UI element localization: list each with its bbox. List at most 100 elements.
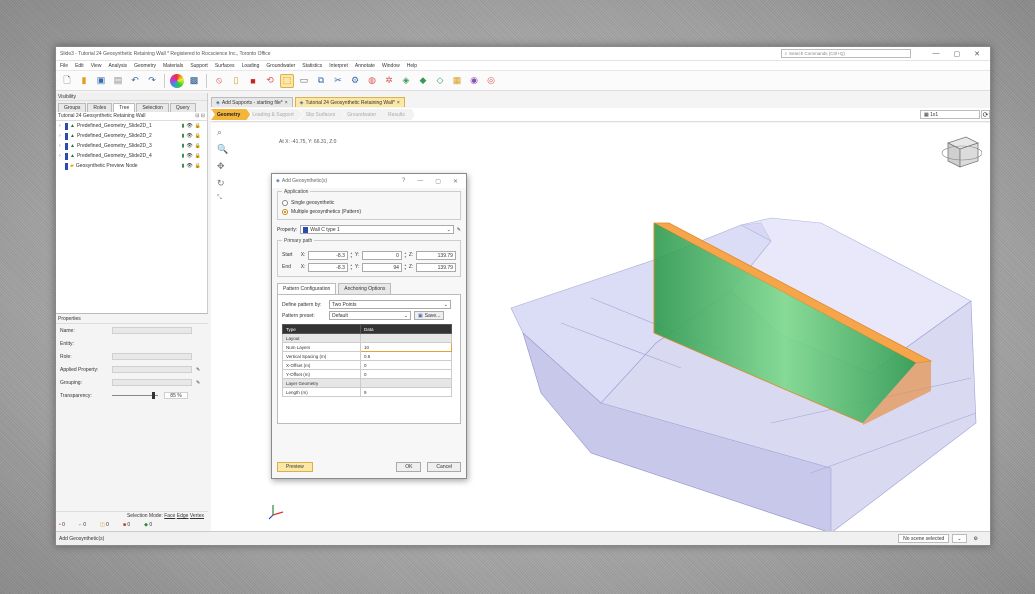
tree-item-icons[interactable]: ▮ 👁 🔒 [182,133,201,139]
grouping-select[interactable] [112,379,192,386]
menu-annotate[interactable]: Annotate [355,63,375,69]
transparency-value[interactable]: 85 % [164,392,188,399]
menu-edit[interactable]: Edit [75,63,84,69]
save-icon[interactable]: ▣ [94,74,108,88]
tab-roles[interactable]: Roles [87,103,113,112]
command-search-input[interactable]: ⌕ Search Commands (Ctrl+Q) [780,49,911,58]
end-z-input[interactable]: 139.79 [416,262,456,272]
tab-pattern-configuration[interactable]: Pattern Configuration [277,283,337,294]
ok-button[interactable]: OK [396,462,422,472]
tree-item[interactable]: › ▲ Predefined_Geometry_Slide2D_4 ▮ 👁 🔒 [56,151,207,161]
help-button[interactable]: ? [402,178,405,185]
radio-circle[interactable] [282,199,288,206]
chevron-down-icon[interactable]: ⌄ [404,313,410,319]
menu-statistics[interactable]: Statistics [302,63,322,69]
tab-tree[interactable]: Tree [113,103,136,112]
menu-geometry[interactable]: Geometry [134,63,156,69]
menu-surfaces[interactable]: Surfaces [215,63,235,69]
name-field[interactable] [112,327,192,334]
dialog-close-button[interactable]: ✕ [453,178,458,185]
water-table-icon[interactable]: ◇ [433,74,447,88]
property-select[interactable]: Wall C type 1 ⌄ [300,225,454,234]
menu-analysis[interactable]: Analysis [108,63,127,69]
menu-materials[interactable]: Materials [163,63,183,69]
menu-file[interactable]: File [60,63,68,69]
settings-icon[interactable]: ⚙ [970,534,982,543]
color-wheel-icon[interactable] [170,73,184,88]
expand-arrow-icon[interactable]: › [59,133,63,139]
cut-icon[interactable]: ✂ [331,74,345,88]
role-select[interactable] [112,353,192,360]
dialog-maximize-button[interactable]: ▢ [435,178,441,185]
refresh-icon[interactable]: ⟳ [981,110,990,119]
close-button[interactable]: ✕ [974,50,980,58]
preview-button[interactable]: Preview [277,462,313,472]
selection-mode-face[interactable]: Face [164,513,175,519]
edit-property-icon[interactable]: ✎ [457,227,461,233]
spinner-icon[interactable]: ▲ ▼ [404,263,407,271]
cube-icon[interactable]: ■ [246,74,260,88]
applied-property-select[interactable] [112,366,192,373]
selection-mode-vertex[interactable]: Vertex [190,513,204,519]
geosynthetic-icon[interactable]: ◈ [399,74,413,88]
redo-icon[interactable]: ↷ [145,74,159,88]
menu-support[interactable]: Support [190,63,208,69]
workflow-groundwater[interactable]: Groundwater [341,109,387,120]
chevron-down-icon[interactable]: ⌄ [444,302,450,308]
pile-icon[interactable]: ◆ [416,74,430,88]
radio-single-geosynthetic[interactable]: Single geosynthetic [282,198,456,207]
spinner-icon[interactable]: ▲ ▼ [350,251,353,259]
maximize-button[interactable]: ▢ [954,50,961,58]
new-file-icon[interactable]: 🗋 [60,74,74,88]
undo-icon[interactable]: ↶ [128,74,142,88]
tab-tutorial-24[interactable]: ◈ Tutorial 24 Geosynthetic Retaining Wall… [294,97,405,107]
tree-item[interactable]: › ▲ Predefined_Geometry_Slide2D_2 ▮ 👁 🔒 [56,131,207,141]
extrude-icon[interactable]: ▭ [297,74,311,88]
radio-multiple-geosynthetics[interactable]: Multiple geosynthetics (Pattern) [282,207,456,216]
menu-interpret[interactable]: Interpret [329,63,348,69]
workflow-results[interactable]: Results [382,109,415,120]
intersect-icon[interactable]: ⧉ [314,74,328,88]
tree-expand-icons[interactable]: ⊟ ⊟ [195,113,205,119]
y-offset-input[interactable]: 0 [360,369,452,379]
transparency-slider[interactable] [112,392,158,399]
menu-groundwater[interactable]: Groundwater [266,63,295,69]
workflow-slip-surfaces[interactable]: Slip Surfaces [299,109,346,120]
end-x-input[interactable]: -8.3 [308,262,348,272]
pencil-icon[interactable]: ✎ [196,380,200,386]
spinner-icon[interactable]: ▲ ▼ [404,251,407,259]
num-layers-input[interactable]: 10 [360,342,452,352]
expand-arrow-icon[interactable]: › [59,143,63,149]
view-cube[interactable] [938,133,982,171]
query-icon[interactable]: ◉ [467,74,481,88]
tree-item-icons[interactable]: ▮ 👁 🔒 [182,143,201,149]
save-preset-button[interactable]: ▣ Save... [414,311,445,320]
display-options-icon[interactable]: ▩ [187,74,201,88]
tab-groups[interactable]: Groups [58,103,87,112]
menu-window[interactable]: Window [382,63,400,69]
dialog-minimize-button[interactable]: — [417,178,423,185]
start-y-input[interactable]: 0 [362,250,402,260]
support-icon[interactable]: ⚙ [348,74,362,88]
tree-item-icons[interactable]: ▮ 👁 🔒 [182,123,201,129]
start-z-input[interactable]: 139.79 [416,250,456,260]
tree-item-icons[interactable]: ▮ 👁 🔒 [182,163,201,169]
menu-loading[interactable]: Loading [242,63,260,69]
rotate-object-icon[interactable]: ⟲ [263,74,277,88]
slider-handle[interactable] [152,392,155,399]
scene-selection-status[interactable]: No scene selected [898,534,950,543]
viewport-layout-select[interactable]: ▦ 1x1 [920,110,980,119]
tree-item[interactable]: › ▲ Predefined_Geometry_Slide2D_3 ▮ 👁 🔒 [56,141,207,151]
length-input[interactable]: 9 [360,387,452,397]
material-icon[interactable]: ▯ [229,74,243,88]
menu-view[interactable]: View [91,63,102,69]
cancel-button[interactable]: Cancel [427,462,461,472]
minimize-button[interactable]: — [933,50,940,58]
tab-add-supports[interactable]: ◈ Add Supports - starting file* × [211,97,293,107]
end-y-input[interactable]: 94 [362,262,402,272]
compute-icon[interactable]: ◎ [484,74,498,88]
define-pattern-select[interactable]: Two Points ⌄ [329,300,451,309]
menu-help[interactable]: Help [407,63,417,69]
tab-anchoring-options[interactable]: Anchoring Options [338,283,392,294]
open-folder-icon[interactable]: ▮ [77,74,91,88]
